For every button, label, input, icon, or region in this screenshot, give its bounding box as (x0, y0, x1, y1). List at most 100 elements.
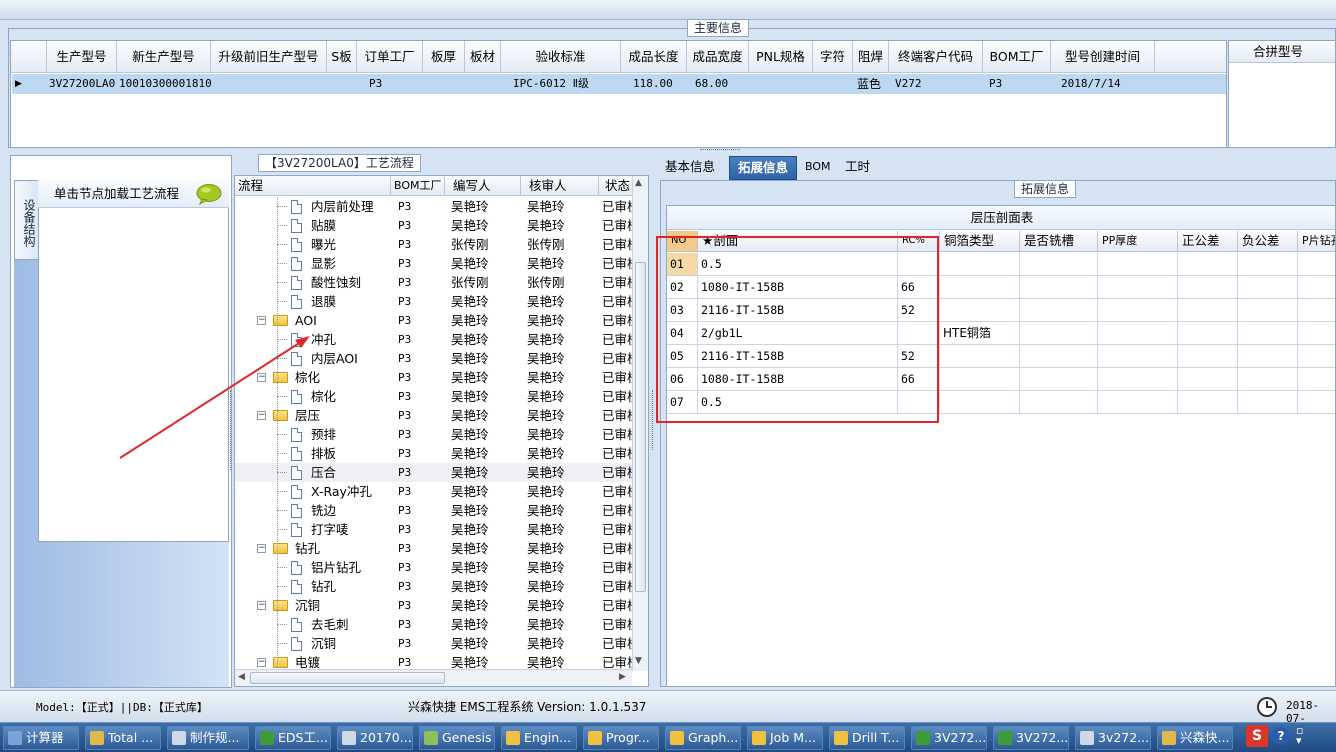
tree-row[interactable]: 压合 P3 吴艳玲 吴艳玲 已审核 (235, 463, 635, 482)
col-acceptance[interactable]: 验收标准 (501, 41, 621, 73)
col-reviewer[interactable]: 核审人 (521, 176, 599, 196)
cell-pnl[interactable] (749, 74, 813, 94)
tree-row[interactable]: 钻孔 P3 吴艳玲 吴艳玲 已审核 (235, 577, 635, 596)
col-width[interactable]: 成品宽度 (687, 41, 749, 73)
col-status[interactable]: 状态 (599, 176, 635, 196)
tab-basic-info[interactable]: 基本信息 (657, 156, 723, 180)
taskbar-button[interactable]: Engin... (501, 726, 577, 750)
cell-length[interactable]: 118.00 (621, 74, 687, 94)
col-char[interactable]: 字符 (813, 41, 853, 73)
laminate-cell-empty[interactable] (1238, 253, 1298, 276)
laminate-cell-empty[interactable] (1238, 299, 1298, 322)
laminate-cell-empty[interactable] (1098, 391, 1178, 414)
cell-acceptance[interactable]: IPC-6012 Ⅱ级 (501, 74, 621, 94)
laminate-cell-empty[interactable] (1298, 345, 1335, 368)
collapse-icon[interactable]: − (257, 658, 266, 667)
collapse-icon[interactable]: − (257, 601, 266, 610)
tree-hscrollbar[interactable]: ◀ ▶ (235, 669, 632, 686)
laminate-cell-empty[interactable] (1178, 391, 1238, 414)
cell-order-factory[interactable]: P3 (357, 74, 423, 94)
scroll-left-icon[interactable]: ◀ (238, 672, 245, 682)
cell-new-model[interactable]: 10010300001810 (117, 74, 211, 94)
laminate-cell-empty[interactable] (1178, 322, 1238, 345)
laminate-cell-foil[interactable]: HTE铜箔 (940, 322, 1020, 345)
taskbar-button[interactable]: Drill T... (829, 726, 905, 750)
tab-equipment-structure[interactable]: 设备结构 (14, 180, 38, 260)
laminate-cell-empty[interactable] (1020, 368, 1098, 391)
tree-row[interactable]: 铣边 P3 吴艳玲 吴艳玲 已审核 (235, 501, 635, 520)
tab-extended-info[interactable]: 拓展信息 (729, 156, 798, 180)
laminate-cell-empty[interactable] (1298, 322, 1335, 345)
splitter-handle[interactable] (700, 149, 740, 152)
laminate-cell-empty[interactable] (1020, 276, 1098, 299)
col-mask[interactable]: 阻焊 (853, 41, 889, 73)
col-created[interactable]: 型号创建时间 (1051, 41, 1155, 73)
scroll-right-icon[interactable]: ▶ (619, 672, 626, 682)
col-material[interactable]: 板材 (465, 41, 501, 73)
tree-row[interactable]: 贴膜 P3 吴艳玲 吴艳玲 已审核 (235, 216, 635, 235)
col-pnl[interactable]: PNL规格 (749, 41, 813, 73)
col-process[interactable]: 流程 (235, 176, 391, 196)
col-merge-model[interactable]: 合拼型号 (1229, 41, 1335, 63)
col-old-model[interactable]: 升级前旧生产型号 (211, 41, 327, 73)
col-bom-factory[interactable]: BOM工厂 (983, 41, 1051, 73)
laminate-cell-empty[interactable] (1098, 368, 1178, 391)
laminate-cell-empty[interactable] (1178, 368, 1238, 391)
laminate-cell-foil[interactable] (940, 345, 1020, 368)
laminate-cell-empty[interactable] (1178, 276, 1238, 299)
col-thickness[interactable]: 板厚 (423, 41, 465, 73)
scroll-down-icon[interactable]: ▼ (635, 656, 642, 666)
laminate-cell-empty[interactable] (1098, 299, 1178, 322)
taskbar-button[interactable]: Job M... (747, 726, 823, 750)
cell-customer-code[interactable]: V272 (889, 74, 983, 94)
laminate-cell-empty[interactable] (1020, 345, 1098, 368)
hscroll-thumb[interactable] (250, 672, 445, 684)
tree-row[interactable]: 铝片钻孔 P3 吴艳玲 吴艳玲 已审核 (235, 558, 635, 577)
tree-row[interactable]: − 钻孔 P3 吴艳玲 吴艳玲 已审核 (235, 539, 635, 558)
cell-mask[interactable]: 蓝色 (853, 74, 889, 94)
tab-work-hours[interactable]: 工时 (837, 156, 878, 180)
laminate-cell-empty[interactable] (1098, 276, 1178, 299)
tree-row[interactable]: 内层前处理 P3 吴艳玲 吴艳玲 已审核 (235, 197, 635, 216)
laminate-cell-empty[interactable] (1298, 276, 1335, 299)
cell-s-board[interactable] (327, 74, 357, 94)
cell-old-model[interactable] (211, 74, 327, 94)
taskbar-button[interactable]: Progr... (583, 726, 659, 750)
scroll-thumb[interactable] (635, 262, 646, 592)
tree-row[interactable]: 曝光 P3 张传刚 张传刚 已审核 (235, 235, 635, 254)
laminate-cell-foil[interactable] (940, 368, 1020, 391)
laminate-cell-empty[interactable] (1020, 299, 1098, 322)
laminate-cell-empty[interactable] (1298, 391, 1335, 414)
laminate-cell-empty[interactable] (1098, 253, 1178, 276)
tree-row[interactable]: − AOI P3 吴艳玲 吴艳玲 已审核 (235, 311, 635, 330)
col-customer-code[interactable]: 终端客户代码 (889, 41, 983, 73)
col-plus-tol[interactable]: 正公差 (1178, 231, 1238, 252)
taskbar-button[interactable]: 3V272... (911, 726, 987, 750)
laminate-cell-empty[interactable] (1298, 253, 1335, 276)
taskbar-button[interactable]: EDS工... (255, 726, 331, 750)
laminate-cell-foil[interactable] (940, 299, 1020, 322)
input-method-icon[interactable]: S (1246, 725, 1268, 747)
col-writer[interactable]: 编写人 (445, 176, 521, 196)
taskbar-button[interactable]: Graph... (665, 726, 741, 750)
taskbar-button[interactable]: 20170... (337, 726, 413, 750)
laminate-cell-empty[interactable] (1020, 253, 1098, 276)
tray-expand-icon[interactable]: ▫ ▾ (1296, 725, 1303, 746)
laminate-cell-empty[interactable] (1298, 368, 1335, 391)
taskbar-button[interactable]: 计算器 (3, 726, 79, 750)
taskbar-button[interactable]: 3v272... (1075, 726, 1151, 750)
laminate-cell-empty[interactable] (1098, 322, 1178, 345)
tree-row[interactable]: 显影 P3 吴艳玲 吴艳玲 已审核 (235, 254, 635, 273)
laminate-cell-empty[interactable] (1298, 299, 1335, 322)
tree-row[interactable]: 酸性蚀刻 P3 张传刚 张传刚 已审核 (235, 273, 635, 292)
cell-char[interactable] (813, 74, 853, 94)
col-s-board[interactable]: S板 (327, 41, 357, 73)
product-grid[interactable]: 生产型号 新生产型号 升级前旧生产型号 S板 订单工厂 板厚 板材 验收标准 成… (10, 40, 1227, 148)
col-p-drill[interactable]: P片钻孔 (1298, 231, 1335, 252)
laminate-cell-empty[interactable] (1238, 322, 1298, 345)
cell-bom-factory[interactable]: P3 (983, 74, 1051, 94)
laminate-cell-empty[interactable] (1020, 322, 1098, 345)
tree-row[interactable]: 去毛刺 P3 吴艳玲 吴艳玲 已审核 (235, 615, 635, 634)
tree-row[interactable]: X-Ray冲孔 P3 吴艳玲 吴艳玲 已审核 (235, 482, 635, 501)
laminate-cell-empty[interactable] (1238, 276, 1298, 299)
